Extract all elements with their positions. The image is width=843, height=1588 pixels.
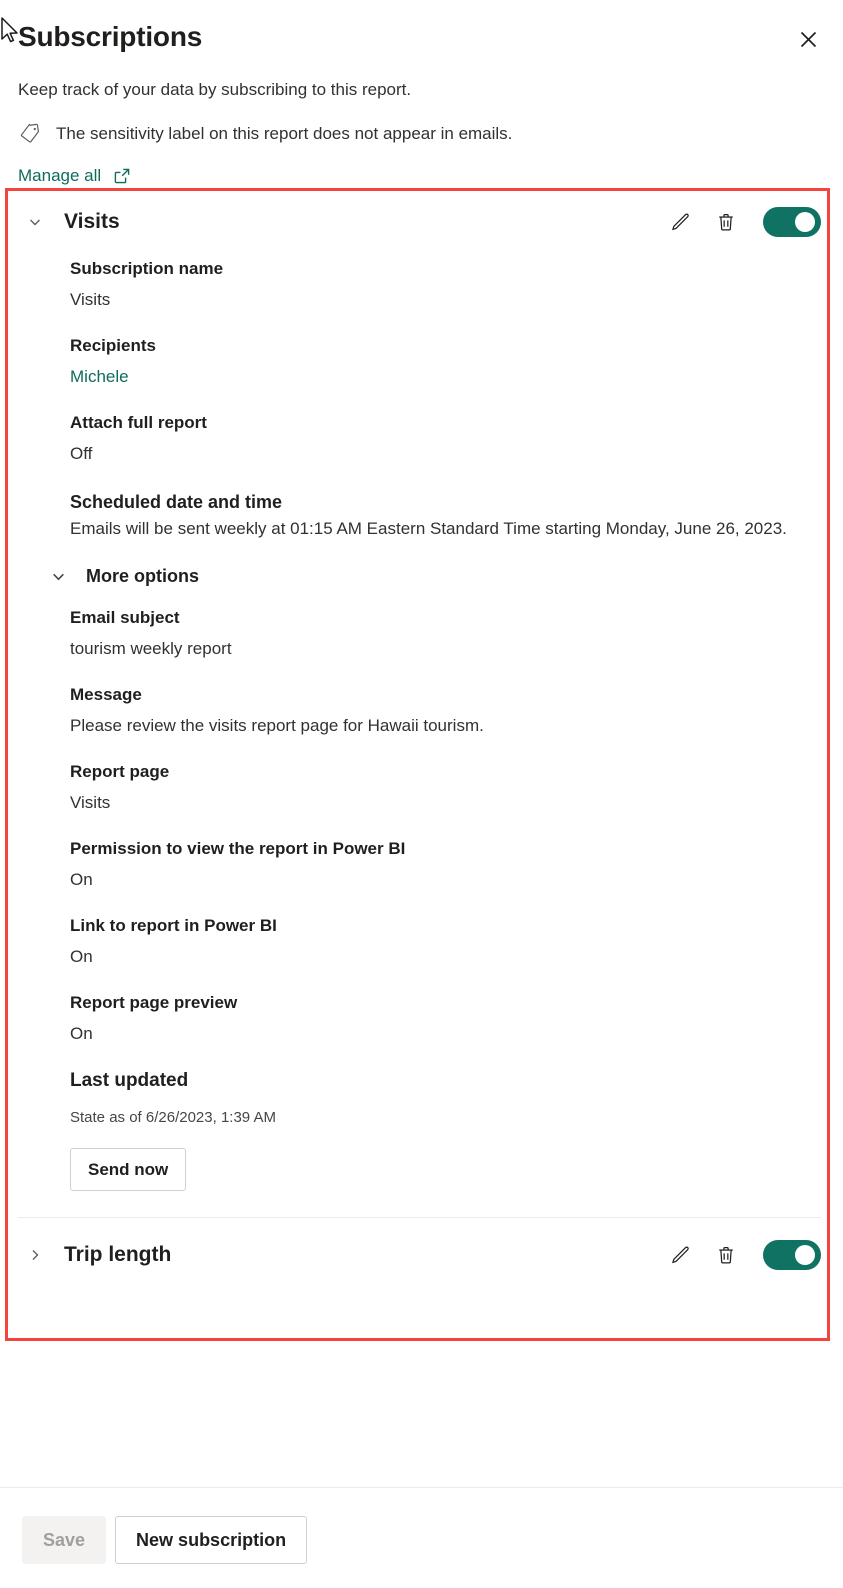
field-label: Recipients	[70, 336, 156, 355]
field-label: Permission to view the report in Power B…	[70, 839, 406, 858]
expand-collapse-button-visits[interactable]	[22, 209, 48, 235]
pencil-icon	[672, 1246, 689, 1264]
field-value: tourism weekly report	[70, 639, 232, 658]
tag-icon	[18, 122, 42, 146]
subscription-item-trip-length: Trip length	[0, 1218, 843, 1292]
subscription-actions-trip-length	[667, 1240, 821, 1270]
delete-button-visits[interactable]	[713, 209, 739, 235]
field-permission-to-view: Permission to view the report in Power B…	[70, 837, 799, 892]
last-updated-value: State as of 6/26/2023, 1:39 AM	[70, 1109, 276, 1126]
field-label: Subscription name	[70, 259, 224, 278]
field-label: Report page	[70, 762, 170, 781]
edit-button-visits[interactable]	[667, 209, 693, 235]
manage-all-link[interactable]: Manage all	[18, 165, 131, 187]
pane-subtitle: Keep track of your data by subscribing t…	[18, 80, 412, 99]
more-options-label: More options	[86, 565, 199, 586]
chevron-right-icon	[32, 1250, 39, 1260]
send-now-button[interactable]: Send now	[70, 1148, 187, 1191]
enable-toggle-trip-length[interactable]	[763, 1240, 821, 1270]
expand-collapse-button-trip-length[interactable]	[22, 1242, 48, 1268]
new-subscription-button[interactable]: New subscription	[115, 1516, 308, 1564]
field-email-subject: Email subject tourism weekly report	[70, 606, 799, 661]
field-value: Off	[70, 444, 93, 463]
pane-footer: Save New subscription	[0, 1487, 843, 1588]
field-value: On	[70, 1024, 93, 1043]
field-value: Please review the visits report page for…	[70, 716, 484, 735]
manage-all-label: Manage all	[18, 166, 102, 185]
close-icon	[800, 31, 816, 47]
field-value: On	[70, 870, 93, 889]
field-report-page-preview: Report page preview On	[70, 991, 799, 1046]
chevron-down-icon	[30, 219, 40, 226]
field-label: Message	[70, 685, 142, 704]
enable-toggle-visits[interactable]	[763, 207, 821, 237]
subscription-item-visits: Visits Subscription name Visits Recipien…	[0, 187, 843, 1217]
sensitivity-label-row: The sensitivity label on this report doe…	[18, 122, 821, 146]
field-attach-full-report: Attach full report Off	[70, 411, 799, 466]
trash-icon	[719, 1246, 733, 1264]
field-subscription-name: Subscription name Visits	[70, 257, 799, 312]
field-message: Message Please review the visits report …	[70, 683, 799, 738]
subscription-actions-visits	[667, 207, 821, 237]
chevron-down-icon	[46, 564, 70, 588]
more-options-toggle[interactable]: More options	[46, 564, 199, 588]
field-last-updated: Last updated State as of 6/26/2023, 1:39…	[70, 1068, 799, 1128]
subscription-name-trip-length: Trip length	[64, 1243, 172, 1266]
recipient-chip-michele[interactable]: Michele	[70, 365, 799, 389]
field-recipients: Recipients Michele	[70, 334, 799, 389]
subscription-header-visits[interactable]: Visits	[18, 187, 821, 249]
field-scheduled-date-time: Scheduled date and time Emails will be s…	[70, 488, 799, 542]
toggle-knob	[795, 212, 815, 232]
pane-header: Subscriptions Keep track of your data by…	[0, 0, 843, 187]
subscription-details-visits: Subscription name Visits Recipients Mich…	[18, 249, 821, 1217]
field-label: Attach full report	[70, 413, 207, 432]
last-updated-label: Last updated	[70, 1070, 189, 1091]
subscriptions-list-body: Visits Subscription name Visits Recipien…	[0, 187, 843, 1487]
save-button[interactable]: Save	[22, 1516, 107, 1564]
field-label: Link to report in Power BI	[70, 916, 277, 935]
field-label: Report page preview	[70, 993, 238, 1012]
subscription-header-trip-length[interactable]: Trip length	[18, 1218, 821, 1292]
external-link-icon	[113, 167, 131, 185]
close-button[interactable]	[791, 22, 825, 56]
page-title: Subscriptions	[18, 21, 203, 52]
field-link-to-report: Link to report in Power BI On	[70, 914, 799, 969]
field-label: Email subject	[70, 608, 180, 627]
edit-button-trip-length[interactable]	[667, 1242, 693, 1268]
field-value: Visits	[70, 793, 111, 812]
field-value: Visits	[70, 290, 111, 309]
field-report-page: Report page Visits	[70, 760, 799, 815]
pencil-icon	[672, 213, 689, 231]
field-value: Emails will be sent weekly at 01:15 AM E…	[70, 519, 787, 538]
field-label: Scheduled date and time	[70, 492, 283, 512]
subscription-name-visits: Visits	[64, 210, 120, 233]
sensitivity-label-text: The sensitivity label on this report doe…	[56, 124, 513, 143]
delete-button-trip-length[interactable]	[713, 1242, 739, 1268]
toggle-knob	[795, 1245, 815, 1265]
subscription-list: Visits Subscription name Visits Recipien…	[0, 187, 843, 1292]
field-value: On	[70, 947, 93, 966]
trash-icon	[719, 213, 733, 231]
title-row: Subscriptions	[18, 20, 821, 56]
subscriptions-pane: Subscriptions Keep track of your data by…	[0, 0, 843, 1588]
